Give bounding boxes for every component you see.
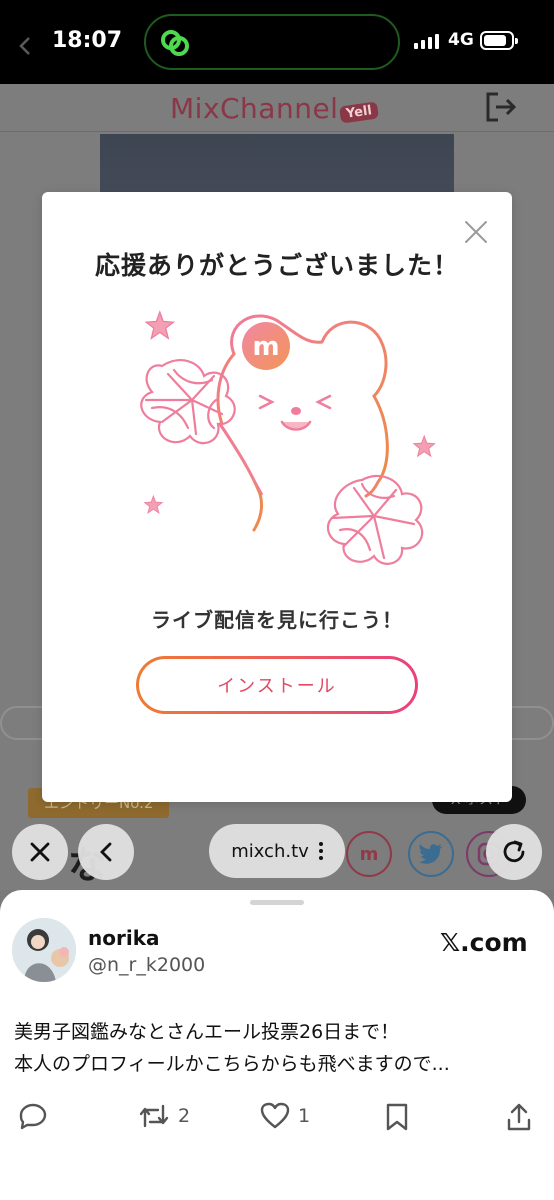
star-icon — [412, 434, 436, 458]
close-browser-button[interactable] — [12, 824, 68, 880]
share-mixchannel-icon[interactable]: m — [346, 831, 392, 877]
share-icon — [507, 1103, 531, 1131]
close-icon — [30, 842, 50, 862]
install-button[interactable]: インストール — [136, 656, 418, 714]
cheering-mascot-illustration: m — [140, 310, 436, 565]
site-logo[interactable]: MixChannel — [170, 92, 338, 125]
reply-icon — [19, 1103, 47, 1130]
app-activity-icon — [161, 30, 189, 56]
url-bar[interactable]: mixch.tv — [209, 824, 345, 878]
url-text: mixch.tv — [231, 840, 309, 862]
signal-icon — [414, 34, 439, 49]
back-icon[interactable] — [18, 36, 32, 56]
post-preview-sheet: norika @n_r_k2000 𝕏.com 美男子図鑑みなとさんエール投票2… — [0, 890, 554, 1200]
post-text[interactable]: 美男子図鑑みなとさんエール投票26日まで！ 本人のプロフィールかこちらからも飛べ… — [14, 1016, 544, 1080]
star-icon — [143, 494, 164, 515]
chevron-left-icon — [100, 842, 112, 862]
user-display-name[interactable]: norika — [88, 926, 160, 950]
mascot-m-logo: m — [252, 332, 279, 362]
user-handle[interactable]: @n_r_k2000 — [88, 954, 205, 976]
post-actions: 2 1 — [0, 1102, 554, 1142]
battery-icon — [480, 31, 518, 50]
reload-icon — [503, 840, 525, 863]
network-type: 4G — [448, 30, 474, 50]
dynamic-island — [144, 14, 400, 70]
logout-icon[interactable] — [484, 90, 518, 124]
post-text-line: 美男子図鑑みなとさんエール投票26日まで！ — [14, 1021, 400, 1043]
x-com-link[interactable]: 𝕏.com — [440, 928, 528, 957]
retweet-icon — [139, 1104, 169, 1128]
status-bar: 18:07 4G — [0, 0, 554, 84]
share-twitter-icon[interactable] — [408, 831, 454, 877]
bookmark-button[interactable] — [384, 1102, 410, 1132]
share-button[interactable] — [506, 1102, 532, 1132]
install-button-label: インストール — [139, 659, 415, 711]
modal-close-icon[interactable] — [462, 218, 490, 246]
modal-title: 応援ありがとうございました！ — [94, 251, 459, 280]
site-header: MixChannel Yell — [0, 84, 554, 132]
browser-back-button[interactable] — [78, 824, 134, 880]
thanks-modal: 応援ありがとうございました！ m ライブ配信を見に行こう！ インストール — [42, 192, 512, 802]
star-icon — [144, 310, 176, 340]
like-icon — [260, 1102, 290, 1129]
retweet-count: 2 — [178, 1105, 191, 1127]
avatar[interactable] — [12, 918, 76, 982]
sheet-drag-handle[interactable] — [250, 900, 304, 905]
post-text-line: 本人のプロフィールかこちらからも飛べますので... — [14, 1053, 450, 1075]
logo-badge: Yell — [339, 101, 379, 124]
like-count: 1 — [298, 1105, 311, 1127]
reload-button[interactable] — [486, 824, 542, 880]
retweet-button[interactable]: 2 — [138, 1102, 190, 1130]
status-time: 18:07 — [52, 28, 123, 53]
like-button[interactable]: 1 — [260, 1102, 310, 1130]
modal-subtitle: ライブ配信を見に行こう！ — [151, 608, 403, 632]
bookmark-icon — [386, 1103, 408, 1131]
more-icon[interactable] — [318, 842, 323, 860]
reply-button[interactable] — [18, 1102, 48, 1130]
